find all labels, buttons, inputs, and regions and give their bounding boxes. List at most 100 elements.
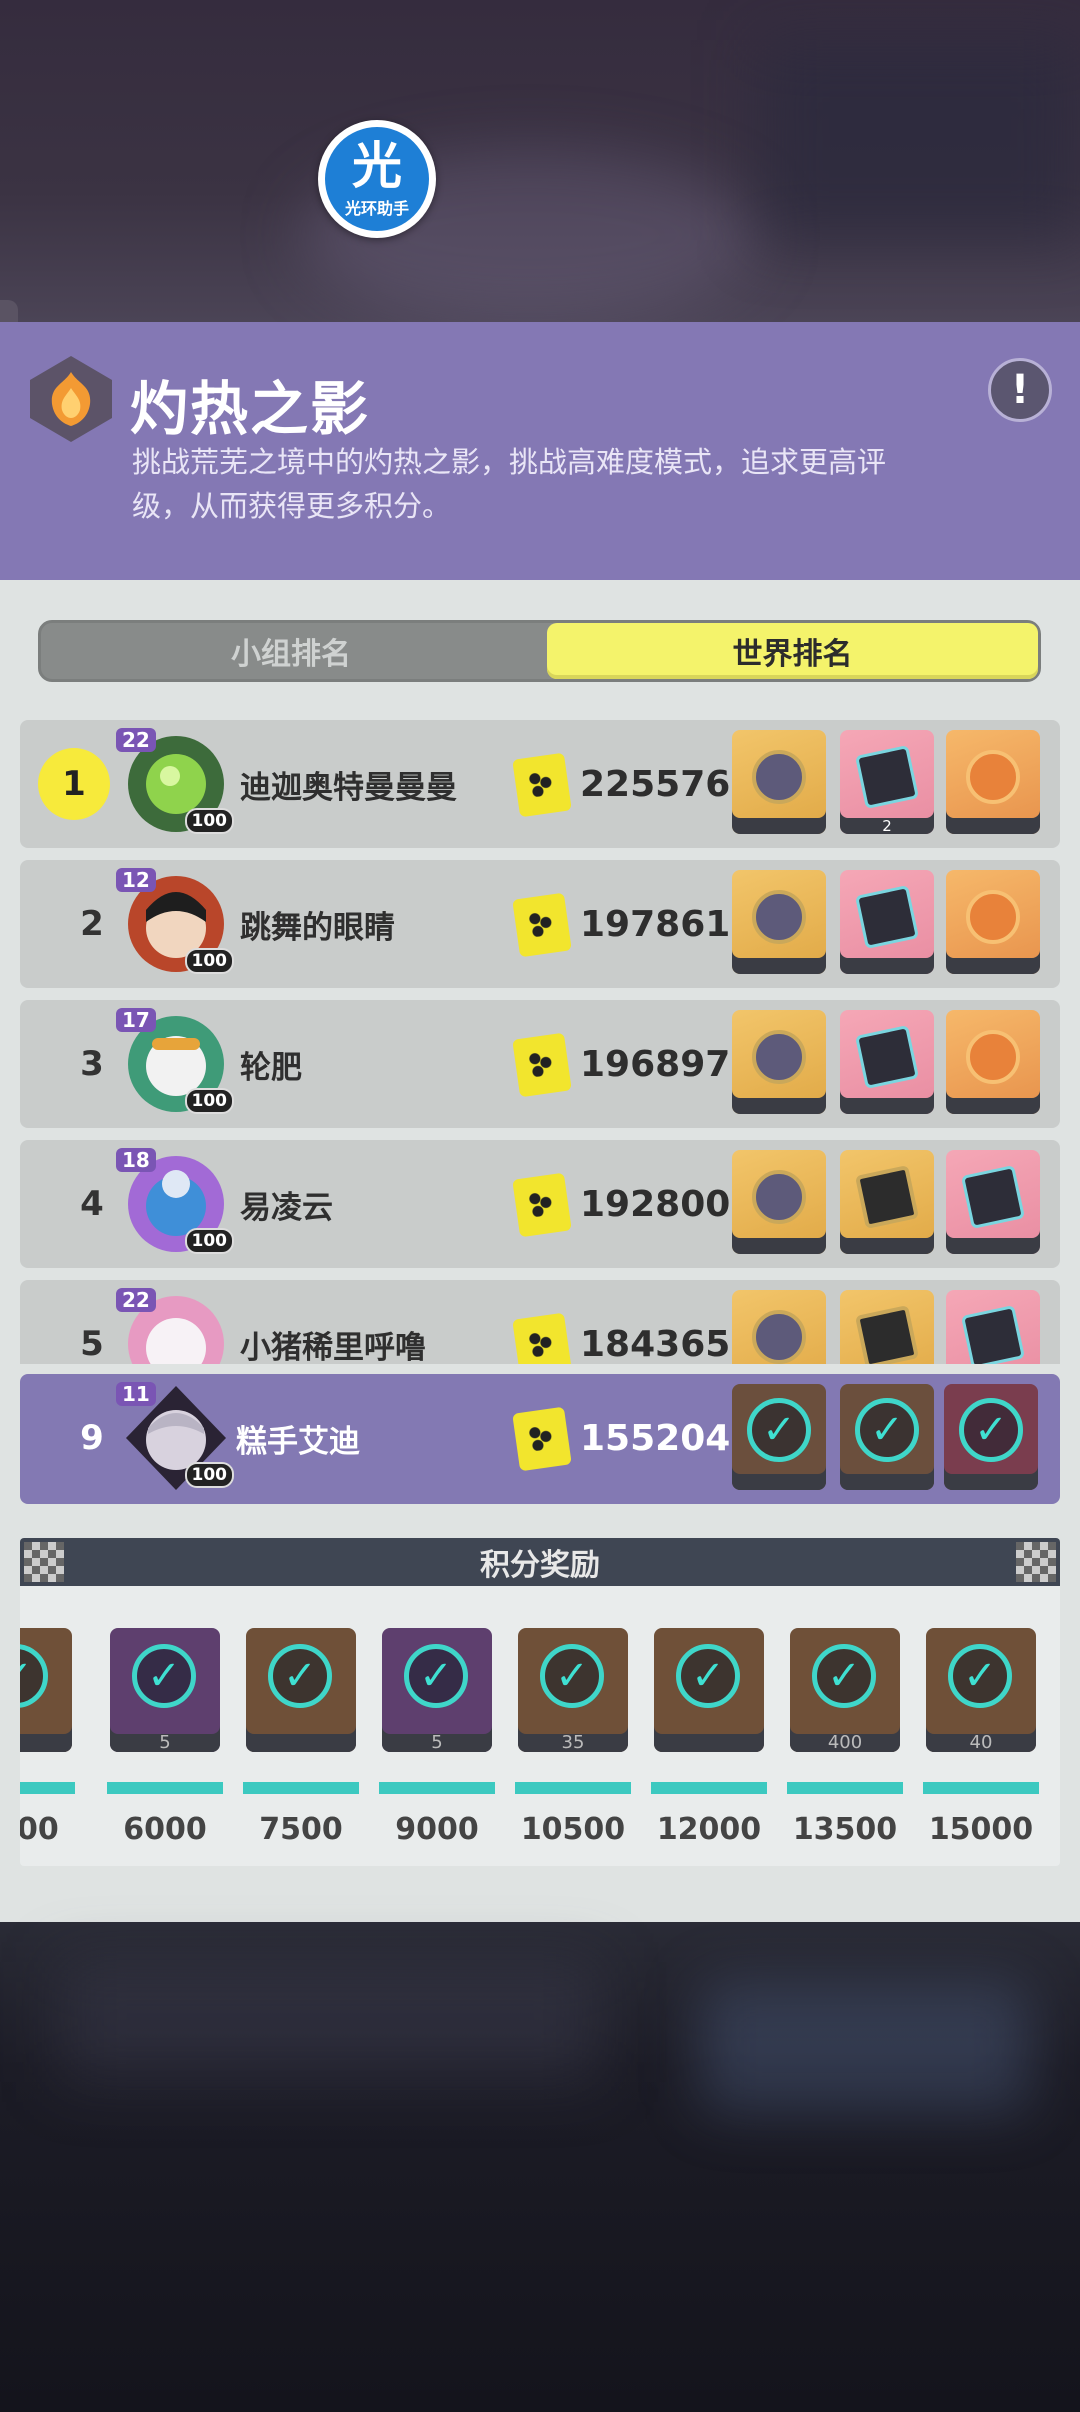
- reward-tier[interactable]: ✓ 5 6000: [107, 1628, 223, 1847]
- check-icon: ✓: [132, 1644, 196, 1708]
- tier-count: 40: [969, 1732, 993, 1753]
- check-icon: ✓: [20, 1644, 48, 1708]
- progress-bar: [651, 1782, 767, 1794]
- check-icon: ✓: [855, 1398, 919, 1462]
- record-reward-icon: [854, 744, 920, 810]
- tab-group-ranking[interactable]: 小组排名: [41, 623, 541, 679]
- avatar[interactable]: 22 100: [116, 728, 234, 840]
- reward-item[interactable]: [946, 1150, 1040, 1254]
- player-name: 轮肥: [240, 1049, 302, 1086]
- reward-item[interactable]: 2: [840, 730, 934, 834]
- level-tag: 18: [116, 1148, 156, 1172]
- reward-item[interactable]: [840, 870, 934, 974]
- bottom-background: [0, 1922, 1080, 2412]
- reward-tier-box: ✓: [654, 1628, 764, 1752]
- my-avatar[interactable]: 11 100: [116, 1382, 234, 1494]
- check-icon: ✓: [747, 1398, 811, 1462]
- reward-tier[interactable]: ✓ 5 9000: [379, 1628, 495, 1847]
- reward-item[interactable]: [946, 1010, 1040, 1114]
- level-tag: 22: [116, 728, 156, 752]
- avatar-level-badge: 100: [184, 1462, 234, 1488]
- badge-reward-icon: [752, 1030, 806, 1084]
- leaderboard-row[interactable]: 1 22 100 迪迦奥特曼曼曼 225576 2: [20, 720, 1060, 848]
- reward-tier[interactable]: ✓ 7500: [243, 1628, 359, 1847]
- info-button[interactable]: !: [988, 358, 1052, 422]
- reward-item[interactable]: [946, 870, 1040, 974]
- reward-tier[interactable]: ✓ 4500: [20, 1628, 75, 1847]
- reward-tier-box: ✓ 400: [790, 1628, 900, 1752]
- reward-count: 2: [882, 817, 892, 834]
- point-rewards-panel: 积分奖励 ✓ 4500 ✓5 6000 ✓ 7500 ✓5 9000 ✓ 35 1…: [20, 1538, 1060, 1866]
- gold-record-icon: [854, 1304, 920, 1364]
- avatar[interactable]: 12 100: [116, 868, 234, 980]
- monkey-reward-icon: [966, 750, 1020, 804]
- avatar-level-badge: 100: [184, 1088, 234, 1114]
- score-ticket-icon: [512, 1032, 572, 1098]
- check-icon: ✓: [676, 1644, 740, 1708]
- my-rank-row[interactable]: 9 11 100 糕手艾迪 155204 ✓ ✓ ✓: [20, 1374, 1060, 1504]
- tab-world-ranking[interactable]: 世界排名: [547, 623, 1038, 679]
- reward-item[interactable]: [732, 730, 826, 834]
- helper-floating-button[interactable]: 光 光环助手: [318, 120, 436, 238]
- record-reward-icon: [854, 884, 920, 950]
- leaderboard-row[interactable]: 5 22 小猪稀里呼噜 184365: [20, 1280, 1060, 1364]
- my-player-name: 糕手艾迪: [236, 1423, 360, 1460]
- reward-item[interactable]: [840, 1290, 934, 1364]
- avatar[interactable]: 22: [116, 1288, 234, 1364]
- checkered-flag-icon: [24, 1542, 64, 1582]
- reward-item[interactable]: [946, 730, 1040, 834]
- event-header: 灼热之影 挑战荒芜之境中的灼热之影，挑战高难度模式，追求更高评级，从而获得更多积…: [0, 322, 1080, 580]
- leaderboard-row[interactable]: 3 17 100 轮肥 196897: [20, 1000, 1060, 1128]
- leaderboard-list[interactable]: 1 22 100 迪迦奥特曼曼曼 225576 2 2 12 100 跳舞的眼睛…: [0, 716, 1080, 1364]
- avatar[interactable]: 18 100: [116, 1148, 234, 1260]
- reward-count: [946, 818, 1040, 834]
- reward-tier[interactable]: ✓ 400 13500: [787, 1628, 903, 1847]
- event-title: 灼热之影: [130, 375, 371, 443]
- tier-count: [20, 1734, 72, 1752]
- record-reward-icon: [854, 1024, 920, 1090]
- reward-tier-box: ✓ 5: [382, 1628, 492, 1752]
- check-icon: ✓: [268, 1644, 332, 1708]
- tier-count: 400: [827, 1732, 863, 1753]
- tier-count: 35: [561, 1732, 585, 1753]
- tier-count: [246, 1734, 356, 1752]
- player-name: 迪迦奥特曼曼曼: [240, 769, 457, 806]
- reward-item[interactable]: [732, 1150, 826, 1254]
- reward-tier-box: ✓ 5: [110, 1628, 220, 1752]
- reward-item[interactable]: [732, 870, 826, 974]
- reward-item[interactable]: [946, 1290, 1040, 1364]
- reward-item[interactable]: [840, 1010, 934, 1114]
- check-icon: ✓: [812, 1644, 876, 1708]
- leaderboard-row[interactable]: 4 18 100 易凌云 192800: [20, 1140, 1060, 1268]
- ranking-tabs: 小组排名 世界排名: [38, 620, 1041, 682]
- leaderboard-row[interactable]: 2 12 100 跳舞的眼睛 197861: [20, 860, 1060, 988]
- progress-bar: [515, 1782, 631, 1794]
- bg-blur: [760, 40, 1080, 240]
- reward-tier[interactable]: ✓ 35 10500: [515, 1628, 631, 1847]
- check-icon: ✓: [948, 1644, 1012, 1708]
- claimed-reward[interactable]: ✓: [732, 1384, 826, 1490]
- player-score: 196897: [580, 1043, 731, 1085]
- point-rewards-title: 积分奖励: [20, 1538, 1060, 1586]
- helper-label: 光环助手: [344, 199, 409, 218]
- flame-emblem-icon: [30, 356, 112, 442]
- claimed-reward[interactable]: ✓: [840, 1384, 934, 1490]
- reward-item[interactable]: [732, 1290, 826, 1364]
- check-icon: ✓: [540, 1644, 604, 1708]
- progress-bar: [107, 1782, 223, 1794]
- tier-points: 6000: [123, 1812, 207, 1847]
- player-score: 184365: [580, 1323, 731, 1365]
- reward-item[interactable]: [732, 1010, 826, 1114]
- progress-bar: [923, 1782, 1039, 1794]
- reward-tier-box: ✓: [246, 1628, 356, 1752]
- top-background: [0, 0, 1080, 322]
- reward-tier[interactable]: ✓ 40 15000: [923, 1628, 1039, 1847]
- reward-tier[interactable]: ✓ 12000: [651, 1628, 767, 1847]
- tier-points: 15000: [928, 1812, 1034, 1847]
- avatar[interactable]: 17 100: [116, 1008, 234, 1120]
- reward-item[interactable]: [840, 1150, 934, 1254]
- claimed-reward[interactable]: ✓: [944, 1384, 1038, 1490]
- tier-points: 13500: [792, 1812, 898, 1847]
- reward-tier-box: ✓: [20, 1628, 72, 1752]
- progress-bar: [243, 1782, 359, 1794]
